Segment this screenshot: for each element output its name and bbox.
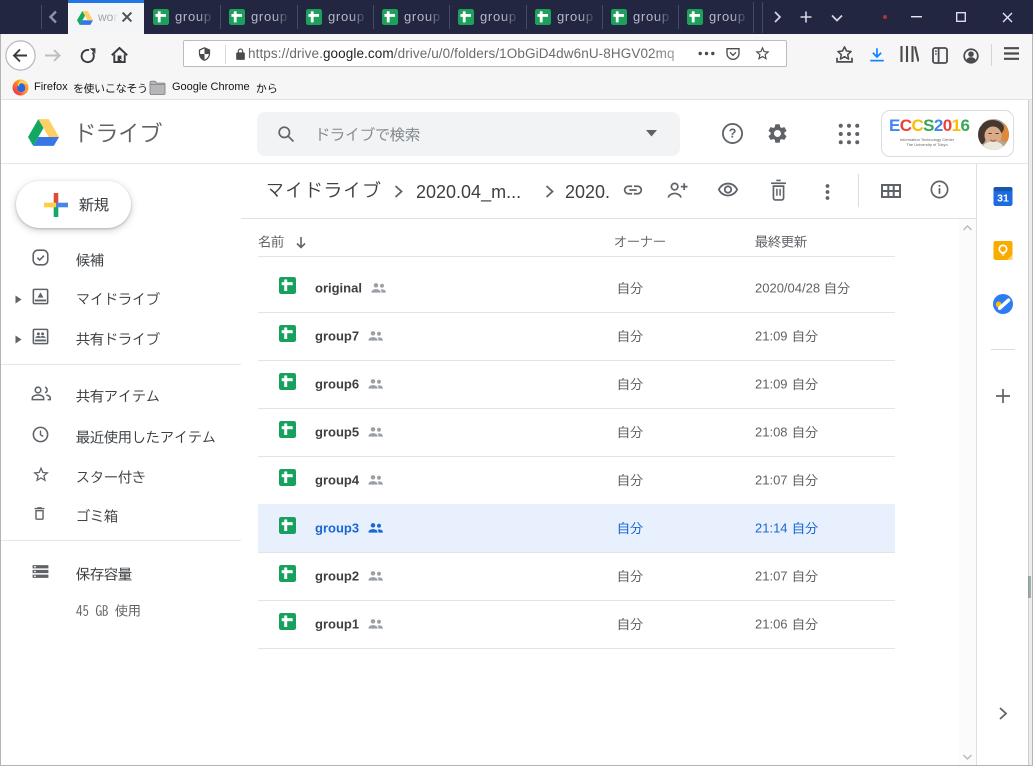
- svg-text:?: ?: [729, 127, 737, 141]
- svg-text:31: 31: [997, 193, 1009, 205]
